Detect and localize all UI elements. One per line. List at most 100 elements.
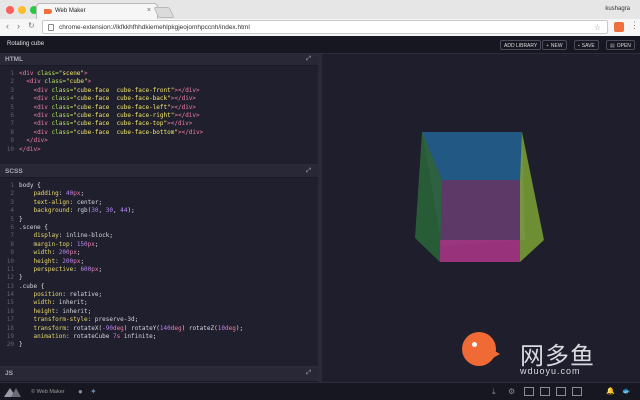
new-button[interactable]: + NEW	[542, 40, 567, 50]
code-token: 140	[159, 324, 171, 332]
code-token: deg	[112, 324, 124, 332]
browser-menu-icon[interactable]: ⋮	[630, 20, 639, 31]
html-pane-title: HTML	[5, 56, 24, 63]
js-pane-header[interactable]: JS ⤢	[0, 368, 318, 382]
github-icon[interactable]: ●	[78, 387, 83, 396]
line-number: 20	[6, 341, 14, 349]
code-token: background	[33, 207, 70, 215]
save-icon: ▪	[578, 43, 580, 49]
code-token: position	[33, 291, 63, 299]
layout-2-icon[interactable]	[540, 387, 550, 396]
code-token: <div	[19, 70, 38, 77]
line-number: 6	[10, 111, 14, 119]
code-token: :	[62, 291, 70, 299]
code-token: <div	[33, 120, 52, 128]
browser-tab[interactable]: Web Maker ×	[36, 3, 158, 19]
line-number: 17	[6, 316, 14, 324]
layout-3-icon[interactable]	[556, 387, 566, 396]
profile-name[interactable]: kushagra	[605, 6, 630, 12]
html-editor[interactable]: 1 <div class="scene"> 2 <div class="cube">…	[0, 70, 318, 154]
code-token: height	[33, 257, 56, 265]
code-token: rotateX(	[73, 324, 103, 332]
code-token: :	[69, 207, 77, 215]
js-pane: JS ⤢	[0, 366, 318, 382]
minimize-window-button[interactable]	[18, 6, 26, 14]
scss-pane: SCSS ⤢ 1 body {2 padding: 40px; 3 text-ali…	[0, 164, 318, 366]
code-token: .cube	[19, 282, 41, 290]
download-icon[interactable]: ⤓	[492, 387, 496, 397]
code-token: </div>	[26, 137, 48, 145]
code-token: </div>	[19, 145, 41, 153]
code-token: }	[19, 341, 23, 349]
project-title[interactable]: Rotating cube	[7, 41, 44, 47]
code-token: 200	[62, 257, 74, 265]
open-button[interactable]: ▤ OPEN	[606, 40, 635, 50]
code-token: class=	[51, 103, 74, 111]
close-window-button[interactable]	[6, 6, 14, 14]
expand-icon[interactable]: ⤢	[306, 370, 311, 377]
html-pane-header[interactable]: HTML ⤢	[0, 54, 318, 66]
save-button[interactable]: ▪ SAVE	[574, 40, 599, 50]
forward-icon[interactable]: ›	[17, 21, 20, 31]
webmaker-extension-icon[interactable]	[614, 22, 624, 32]
code-line: 1 body {	[0, 182, 318, 190]
code-token: ;	[98, 198, 103, 206]
code-token: inherit	[62, 307, 88, 315]
code-line: 3 <div class="cube-face cube-face-front"…	[0, 87, 318, 95]
code-token: ></div>	[167, 120, 193, 128]
expand-icon[interactable]: ⤢	[306, 168, 311, 175]
scss-editor[interactable]: 1 body {2 padding: 40px; 3 text-align: cen…	[0, 182, 318, 350]
line-number: 14	[6, 291, 14, 299]
twitter-icon[interactable]: ✦	[90, 387, 97, 396]
bookmark-star-icon[interactable]: ☆	[594, 23, 601, 32]
code-token: -90	[102, 324, 113, 332]
scss-pane-header[interactable]: SCSS ⤢	[0, 166, 318, 178]
code-token: 150	[76, 240, 88, 248]
code-line: 6 <div class="cube-face cube-face-right"…	[0, 112, 318, 120]
code-token: ) rotateZ(	[181, 324, 218, 332]
layout-4-icon[interactable]	[572, 387, 582, 396]
fish-icon[interactable]: 🐟	[622, 387, 631, 395]
code-token: deg	[170, 324, 182, 332]
code-token: class=	[51, 120, 74, 128]
tab-close-icon[interactable]: ×	[147, 7, 151, 14]
address-bar[interactable]: chrome-extension://lkfkkhfhhdkiemehlpkgj…	[42, 20, 608, 34]
code-token: ></div>	[170, 95, 197, 103]
line-number: 16	[6, 307, 14, 315]
code-token: >	[84, 70, 88, 77]
code-line: 5}	[0, 216, 318, 224]
code-token: width	[33, 299, 52, 307]
line-number: 8	[10, 240, 14, 248]
code-line: 20}	[0, 341, 318, 349]
code-token: padding	[33, 190, 59, 198]
browser-chrome: Web Maker × kushagra ‹ › ↻ chrome-extens…	[0, 0, 640, 36]
footer-label[interactable]: © Web Maker	[31, 389, 65, 395]
code-line: 12}	[0, 274, 318, 282]
code-token: {	[37, 182, 41, 189]
code-token: <div	[33, 103, 52, 111]
code-token: :	[58, 232, 66, 240]
expand-icon[interactable]: ⤢	[306, 56, 311, 63]
code-token: class=	[51, 111, 74, 119]
reload-icon[interactable]: ↻	[28, 21, 35, 31]
code-token: ;	[131, 207, 135, 215]
back-icon[interactable]: ‹	[6, 21, 9, 31]
add-library-button[interactable]: ADD LIBRARY	[500, 40, 542, 50]
code-token: infinite	[120, 333, 153, 341]
code-token: text-align	[33, 198, 70, 206]
layout-1-icon[interactable]	[524, 387, 534, 396]
cube-face-bottom	[440, 240, 520, 262]
code-line: 9 width: 200px;	[0, 249, 318, 257]
code-line: 2 padding: 40px;	[0, 190, 318, 198]
code-token: transform-style	[33, 316, 88, 324]
notifications-icon[interactable]: 🔔	[606, 387, 615, 395]
code-line: 17 transform-style: preserve-3d;	[0, 316, 318, 324]
settings-icon[interactable]: ⚙	[508, 387, 515, 396]
